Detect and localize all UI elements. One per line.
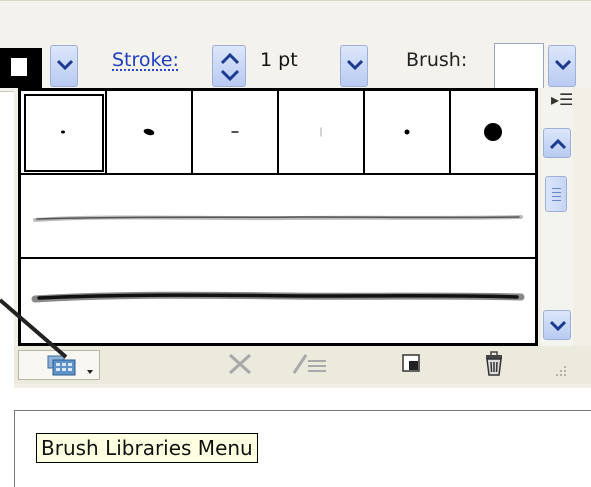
resize-grip-icon[interactable] [552,364,568,380]
options-of-selected-object-icon[interactable] [290,351,330,377]
stroke-label[interactable]: Stroke: [112,49,179,71]
control-bar: Stroke: 1 pt Brush: [0,0,591,92]
fill-swatch[interactable] [0,48,42,88]
stroke-weight-input[interactable]: 1 pt [260,49,298,71]
chevron-down-icon [347,59,363,71]
tooltip: Brush Libraries Menu [36,433,258,463]
brush-tip-vertical-light[interactable] [279,91,365,175]
swatch-inner [10,57,28,77]
chevron-up-icon [550,138,566,150]
art-brush-thick-charcoal[interactable] [21,259,535,343]
grip-line [552,192,561,193]
brush-definition-field[interactable] [494,43,544,89]
thin-charcoal-stroke-preview [33,215,523,222]
illustrator-brushes-screenshot: Stroke: 1 pt Brush: ▸☰ Brush Libraries M… [0,0,591,487]
grip-line [552,196,561,197]
scroll-down-button[interactable] [543,310,571,340]
brush-libraries-icon [47,355,76,376]
trash-icon[interactable] [482,351,506,377]
brush-tip-mark [484,123,502,141]
art-brush-thin-charcoal[interactable] [21,175,535,259]
brush-tip-dot-large[interactable] [451,91,535,175]
grip-line [552,200,561,201]
chevron-down-icon [550,320,566,332]
brush-tip-mark [404,129,410,135]
brush-tip-oval-dab[interactable] [107,91,193,175]
remove-brush-stroke-icon[interactable] [226,351,256,377]
brush-dropdown-button[interactable] [548,45,576,87]
fill-dropdown-button[interactable] [50,45,78,87]
brush-tip-mark [61,130,65,134]
brush-label: Brush: [406,49,468,71]
brush-tip-dot-small[interactable] [21,91,107,175]
brush-libraries-menu-button[interactable] [18,350,100,380]
new-brush-icon[interactable] [400,351,424,375]
brush-list-scrollbar[interactable]: ▸☰ [541,88,573,346]
scroll-up-button[interactable] [543,128,571,158]
brush-tip-mark [142,127,156,137]
scroll-thumb[interactable] [545,176,567,212]
brushes-panel: ▸☰ [14,88,591,388]
panel-menu-icon[interactable]: ▸☰ [551,92,573,108]
chevron-down-icon [555,59,571,71]
up-down-arrows-icon [220,52,240,82]
brush-tip-mark [320,127,322,137]
stroke-weight-dropdown-button[interactable] [340,45,368,87]
panel-bottom-bar [14,346,591,384]
brush-list [18,88,538,346]
menu-triangle-icon [87,370,93,374]
chevron-down-icon [57,59,73,71]
stroke-weight-spinner[interactable] [212,45,246,87]
brush-tip-dash-tiny[interactable] [193,91,279,175]
calligraphic-brush-row [21,91,535,175]
thick-charcoal-stroke-preview [31,291,525,303]
brush-tip-dot-medium[interactable] [365,91,451,175]
grip-line [552,188,561,189]
brush-tip-mark [231,131,239,133]
